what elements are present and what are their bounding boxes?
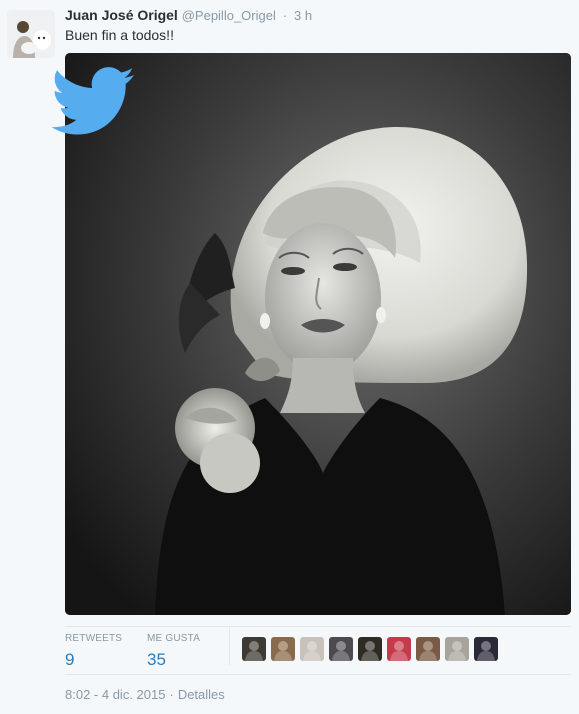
tweet-text: Buen fin a todos!! — [65, 27, 174, 43]
twitter-bird-icon — [51, 66, 135, 136]
tweet-footer: 8:02 - 4 dic. 2015 · Detalles — [65, 687, 225, 702]
stats-separator — [229, 627, 230, 665]
tweet-detail: Juan José Origel @Pepillo_Origel · 3 h B… — [0, 0, 579, 714]
likes-label: ME GUSTA — [147, 633, 201, 644]
tweet-time-ago[interactable]: 3 h — [294, 8, 312, 23]
retweets-count[interactable]: 9 — [65, 649, 122, 671]
liker-avatar-1[interactable] — [242, 637, 266, 661]
stats-divider-bottom — [65, 674, 571, 675]
retweets-stat[interactable]: RETWEETS 9 — [65, 633, 122, 671]
user-avatar[interactable] — [7, 10, 55, 58]
liker-avatar-8[interactable] — [445, 637, 469, 661]
tweet-header: Juan José Origel @Pepillo_Origel · 3 h — [65, 6, 312, 25]
tweet-timestamp: 8:02 - 4 dic. 2015 — [65, 687, 166, 702]
liker-avatar-2[interactable] — [271, 637, 295, 661]
user-handle[interactable]: @Pepillo_Origel — [182, 8, 276, 23]
retweets-label: RETWEETS — [65, 633, 123, 644]
likes-stat[interactable]: ME GUSTA 35 — [147, 633, 200, 671]
liker-avatar-3[interactable] — [300, 637, 324, 661]
details-link[interactable]: Detalles — [178, 687, 225, 702]
liker-avatar-6[interactable] — [387, 637, 411, 661]
tweet-photo[interactable] — [65, 53, 571, 615]
header-separator: · — [282, 8, 288, 23]
likes-count[interactable]: 35 — [147, 649, 200, 671]
liker-avatar-7[interactable] — [416, 637, 440, 661]
liker-avatar-5[interactable] — [358, 637, 382, 661]
stats-divider-top — [65, 626, 571, 627]
liker-avatar-9[interactable] — [474, 637, 498, 661]
footer-separator: · — [169, 687, 174, 702]
liker-avatar-4[interactable] — [329, 637, 353, 661]
user-fullname[interactable]: Juan José Origel — [65, 7, 178, 23]
